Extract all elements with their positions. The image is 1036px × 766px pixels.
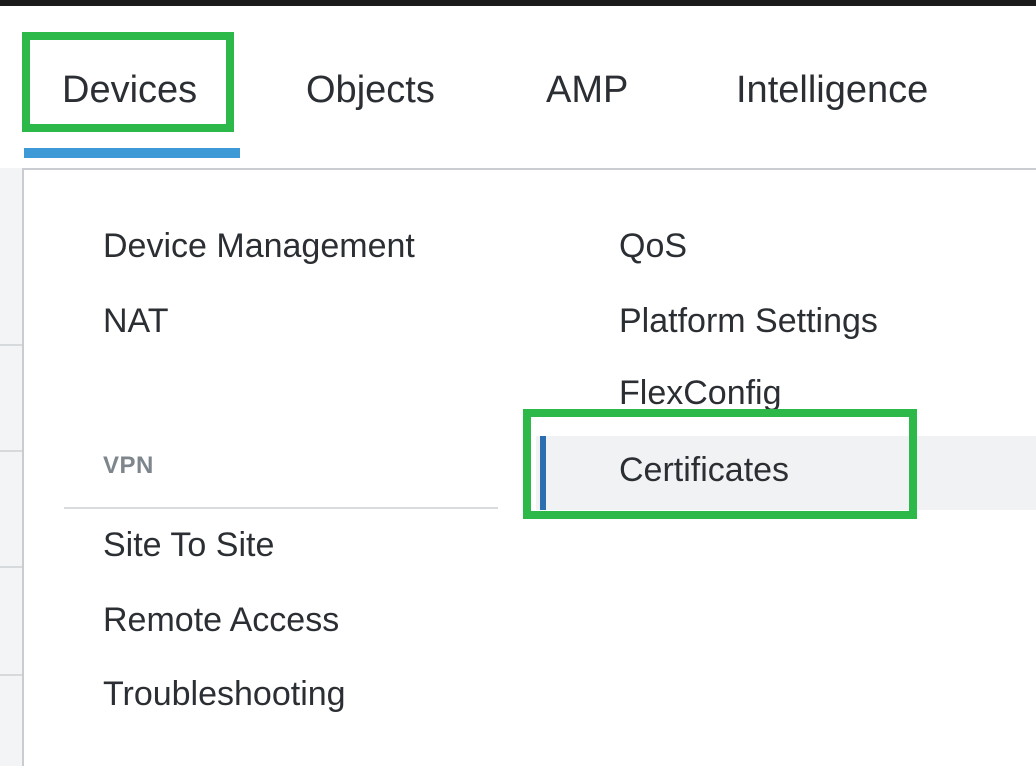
top-nav: Devices Objects AMP Intelligence (0, 6, 1036, 166)
nav-item-amp[interactable]: AMP (546, 68, 628, 112)
section-title-vpn: VPN (103, 452, 154, 479)
active-tab-underline (24, 148, 240, 158)
strip-divider (0, 344, 22, 346)
strip-divider (0, 450, 22, 452)
menu-item-device-management[interactable]: Device Management (103, 226, 415, 266)
menu-item-remote-access[interactable]: Remote Access (103, 600, 339, 640)
nav-item-objects[interactable]: Objects (306, 68, 435, 112)
strip-divider (0, 674, 22, 676)
menu-item-certificates[interactable]: Certificates (619, 450, 789, 490)
nav-item-devices[interactable]: Devices (62, 68, 197, 112)
section-divider (64, 507, 498, 509)
strip-divider (0, 566, 22, 568)
menu-item-flexconfig[interactable]: FlexConfig (619, 373, 782, 413)
selected-row-indicator (540, 436, 546, 510)
menu-item-site-to-site[interactable]: Site To Site (103, 525, 274, 565)
menu-item-platform-settings[interactable]: Platform Settings (619, 301, 878, 341)
menu-item-troubleshooting[interactable]: Troubleshooting (103, 674, 346, 714)
menu-item-qos[interactable]: QoS (619, 226, 687, 266)
nav-item-intelligence[interactable]: Intelligence (736, 68, 928, 112)
background-page-strip (0, 168, 22, 766)
menu-item-nat[interactable]: NAT (103, 301, 168, 341)
